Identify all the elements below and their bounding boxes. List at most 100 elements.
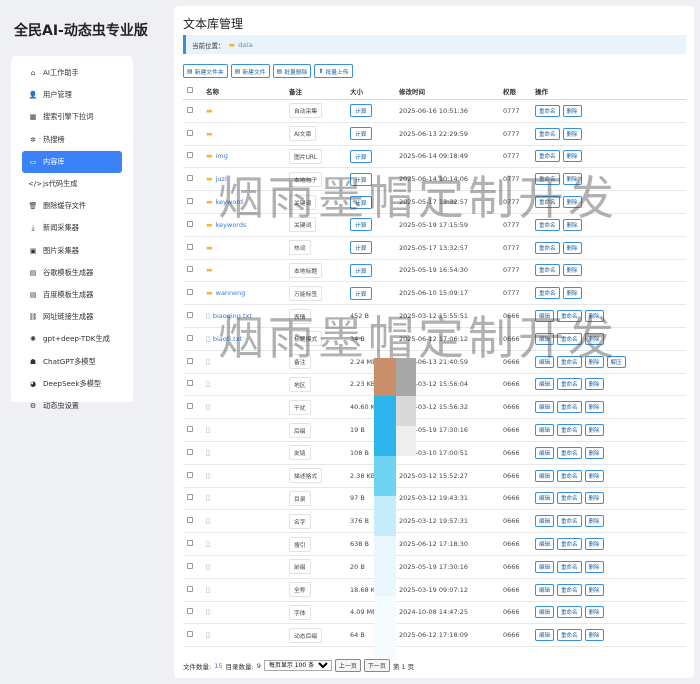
row-action-button[interactable]: 删除 [584, 332, 604, 345]
note-field[interactable]: 搜引 [289, 536, 311, 552]
row-action-button[interactable]: 重命名 [535, 241, 560, 254]
row-checkbox[interactable] [187, 426, 193, 433]
row-action-button[interactable]: 删除 [584, 310, 604, 323]
sidebar-item[interactable]: ◕ DeepSeek多模型 [22, 373, 122, 395]
note-field[interactable]: 关键词 [289, 217, 317, 233]
row-action-button[interactable]: 删除 [562, 241, 582, 254]
row-action-button[interactable]: 删除 [584, 401, 604, 414]
sidebar-item[interactable]: ▭ 内容库 [22, 150, 122, 173]
row-checkbox[interactable] [187, 243, 193, 250]
row-action-button[interactable]: 删除 [562, 127, 582, 140]
row-checkbox[interactable] [187, 403, 193, 410]
row-checkbox[interactable] [187, 152, 193, 159]
note-field[interactable]: 表情 [289, 308, 311, 324]
calculate-size-button[interactable]: 计算 [350, 286, 372, 300]
row-action-button[interactable]: 重命名 [535, 127, 560, 140]
row-checkbox[interactable] [187, 608, 193, 615]
note-field[interactable]: 字体 [289, 604, 311, 620]
row-action-button[interactable]: 重命名 [557, 560, 582, 573]
file-name-link[interactable]: keywords [216, 221, 247, 229]
row-action-button[interactable]: 重命名 [557, 446, 582, 459]
toolbar-button[interactable]: ⬆ 批量上传 [314, 64, 353, 78]
row-action-button[interactable]: 编辑 [535, 606, 555, 619]
row-action-button[interactable]: 重命名 [557, 583, 582, 596]
row-action-button[interactable]: 编辑 [535, 538, 555, 551]
row-action-button[interactable]: 删除 [584, 378, 604, 391]
row-action-button[interactable]: 重命名 [557, 515, 582, 528]
note-field[interactable]: 热词 [289, 240, 311, 256]
row-action-button[interactable]: 删除 [584, 515, 604, 528]
row-checkbox[interactable] [187, 540, 193, 547]
note-field[interactable]: 地区 [289, 376, 311, 392]
row-action-button[interactable]: 删除 [562, 196, 582, 209]
row-action-button[interactable]: 重命名 [557, 310, 582, 323]
sidebar-item[interactable]: ▤ 百度模板生成器 [22, 284, 122, 306]
calculate-size-button[interactable]: 计算 [350, 263, 372, 277]
row-action-button[interactable]: 重命名 [535, 287, 560, 300]
row-action-button[interactable]: 删除 [562, 173, 582, 186]
row-checkbox[interactable] [187, 334, 193, 341]
row-action-button[interactable]: 重命名 [535, 218, 560, 231]
sidebar-item[interactable]: ▦ 搜索引擎下拉词 [22, 106, 122, 128]
row-checkbox[interactable] [187, 380, 193, 387]
sidebar-item[interactable]: ▤ 谷歌模板生成器 [22, 262, 122, 284]
row-action-button[interactable]: 编辑 [535, 355, 555, 368]
row-action-button[interactable]: 删除 [584, 583, 604, 596]
row-action-button[interactable]: 重命名 [557, 629, 582, 642]
file-name-link[interactable]: wanneng [216, 289, 246, 297]
row-checkbox[interactable] [187, 198, 193, 205]
note-field[interactable]: 关键词 [289, 194, 317, 210]
note-field[interactable]: 本地句子 [289, 171, 323, 187]
row-action-button[interactable]: 重命名 [557, 378, 582, 391]
calculate-size-button[interactable]: 计算 [350, 195, 372, 209]
file-name-link[interactable]: juzi [216, 175, 227, 183]
note-field[interactable]: 图片URL [289, 148, 323, 164]
next-page-button[interactable]: 下一页 [363, 659, 390, 672]
row-action-button[interactable]: 重命名 [535, 104, 560, 117]
prev-page-button[interactable]: 上一页 [334, 659, 361, 672]
file-name-link[interactable]: keyword [216, 198, 243, 206]
row-checkbox[interactable] [187, 106, 193, 113]
sidebar-item[interactable]: ⛓ 网址链接生成器 [22, 306, 122, 328]
calculate-size-button[interactable]: 计算 [350, 241, 372, 255]
file-name-link[interactable]: biaoti.txt [213, 335, 242, 343]
sidebar-item[interactable]: ✺ gpt+deep-TDK生成 [22, 328, 122, 350]
row-action-button[interactable]: 删除 [584, 355, 604, 368]
row-action-button[interactable]: 重命名 [557, 401, 582, 414]
sidebar-item[interactable]: </> js代码生成 [22, 173, 122, 195]
calculate-size-button[interactable]: 计算 [350, 149, 372, 163]
note-field[interactable]: 动态后缀 [289, 627, 323, 643]
row-checkbox[interactable] [187, 562, 193, 569]
sidebar-item[interactable]: ☗ ChatGPT多模型 [22, 350, 122, 372]
file-name-link[interactable]: biaoqing.txt [213, 312, 252, 320]
sidebar-item[interactable]: 🗑 删除缓存文件 [22, 195, 122, 217]
sidebar-item[interactable]: 👤 用户管理 [22, 84, 122, 106]
row-action-button[interactable]: 删除 [584, 424, 604, 437]
row-action-button[interactable]: 重命名 [557, 469, 582, 482]
note-field[interactable]: 备注 [289, 354, 311, 370]
note-field[interactable]: 自动采集 [289, 103, 323, 119]
row-action-button[interactable]: 编辑 [535, 629, 555, 642]
row-action-button[interactable]: 删除 [562, 104, 582, 117]
note-field[interactable]: AI文章 [289, 126, 317, 142]
row-action-button[interactable]: 编辑 [535, 378, 555, 391]
toolbar-button[interactable]: ▤ 批量删除 [272, 64, 312, 78]
note-field[interactable]: 标题模式 [289, 331, 323, 347]
row-checkbox[interactable] [187, 448, 193, 455]
row-action-button[interactable]: 重命名 [557, 606, 582, 619]
row-checkbox[interactable] [187, 357, 193, 364]
row-action-button[interactable]: 编辑 [535, 492, 555, 505]
note-field[interactable]: 名字 [289, 513, 311, 529]
sidebar-item[interactable]: ⤓ 新闻采集器 [22, 217, 122, 239]
row-action-button[interactable]: 重命名 [557, 332, 582, 345]
note-field[interactable]: 万能标签 [289, 285, 323, 301]
row-action-button[interactable]: 编辑 [535, 560, 555, 573]
row-action-button[interactable]: 编辑 [535, 310, 555, 323]
row-action-button[interactable]: 编辑 [535, 583, 555, 596]
row-checkbox[interactable] [187, 312, 193, 319]
row-action-button[interactable]: 编辑 [535, 401, 555, 414]
row-action-button[interactable]: 编辑 [535, 332, 555, 345]
row-action-button[interactable]: 编辑 [535, 515, 555, 528]
calculate-size-button[interactable]: 计算 [350, 218, 372, 232]
file-name-link[interactable]: img [216, 152, 228, 160]
